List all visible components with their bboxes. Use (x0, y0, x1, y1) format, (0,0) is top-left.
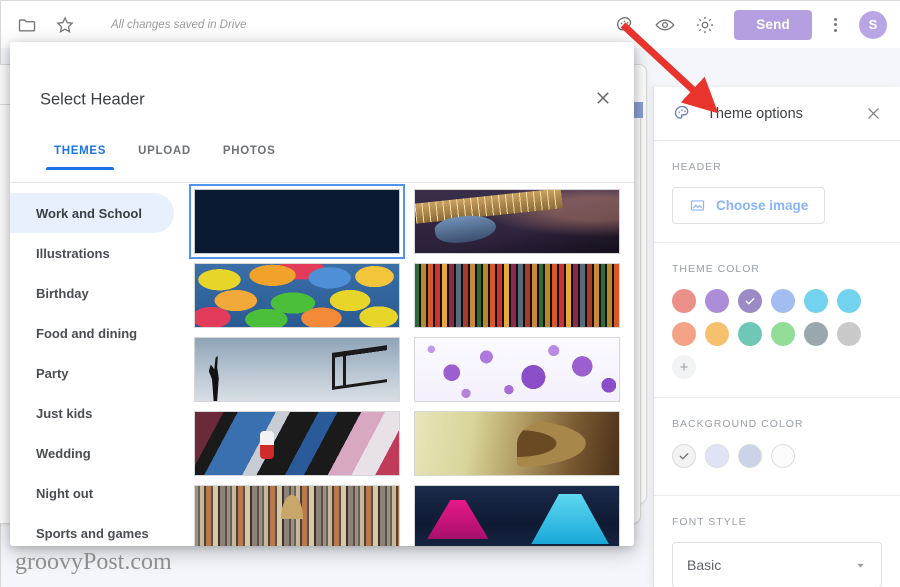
theme-color-swatch[interactable] (837, 289, 861, 313)
background-color-section: BACKGROUND COLOR (654, 398, 900, 496)
theme-color-swatch[interactable] (705, 322, 729, 346)
thumbnail-artwork (415, 338, 619, 401)
header-section: HEADER Choose image (654, 141, 900, 243)
close-icon[interactable] (588, 83, 618, 113)
avatar[interactable]: S (859, 10, 887, 39)
theme-color-swatch[interactable] (837, 322, 861, 346)
send-button[interactable]: Send (734, 9, 812, 40)
close-icon[interactable] (860, 101, 886, 127)
category-item[interactable]: Wedding (10, 433, 174, 473)
background-color-row (672, 444, 882, 468)
image-icon (689, 197, 706, 214)
theme-color-swatch[interactable] (771, 322, 795, 346)
category-item[interactable]: Party (10, 353, 174, 393)
category-item[interactable]: Work and School (10, 193, 174, 233)
thumbnail-row (194, 485, 620, 546)
thumbnail-artwork (195, 412, 399, 475)
category-item[interactable]: Night out (10, 473, 174, 513)
category-item[interactable]: Just kids (10, 393, 174, 433)
font-style-select[interactable]: Basic (672, 542, 882, 587)
choose-image-button[interactable]: Choose image (672, 187, 826, 224)
theme-color-swatch[interactable] (672, 322, 696, 346)
star-icon[interactable] (55, 15, 75, 35)
font-style-label: FONT STYLE (672, 516, 747, 528)
theme-color-swatch[interactable] (672, 289, 696, 313)
background-color-label: BACKGROUND COLOR (672, 418, 804, 430)
theme-color-swatch[interactable] (771, 289, 795, 313)
category-item[interactable]: Birthday (10, 273, 174, 313)
theme-options-panel: Theme options HEADER Choose image THEME … (653, 87, 900, 587)
thumbnail-artwork (195, 338, 399, 401)
thumbnail-row (194, 337, 620, 402)
background-color-swatch[interactable] (738, 444, 762, 468)
category-item[interactable]: Sports and games (10, 513, 174, 546)
theme-color-swatch[interactable] (804, 322, 828, 346)
category-item[interactable]: Food and dining (10, 313, 174, 353)
eye-preview-icon[interactable] (654, 14, 676, 36)
basketball-thumbnail[interactable] (194, 337, 400, 402)
header-section-label: HEADER (672, 161, 722, 173)
watermark: groovyPost.com (15, 549, 172, 575)
paint-supplies-thumbnail[interactable] (194, 411, 400, 476)
folder-icon[interactable] (17, 15, 37, 35)
theme-color-section: THEME COLOR + (654, 243, 900, 398)
theme-color-row-2 (672, 322, 882, 346)
palette-icon[interactable] (614, 14, 636, 36)
tab-themes[interactable]: THEMES (38, 145, 122, 170)
font-style-value: Basic (687, 557, 722, 573)
tab-photos[interactable]: PHOTOS (207, 145, 292, 170)
theme-color-swatch[interactable] (738, 289, 762, 313)
gear-settings-icon[interactable] (694, 14, 716, 36)
select-header-dialog: Select Header THEMES UPLOAD PHOTOS Work an… (10, 42, 634, 546)
thumbnail-artwork (415, 412, 619, 475)
water-splash-thumbnail[interactable] (189, 184, 405, 259)
jellybeans-thumbnail[interactable] (194, 263, 400, 328)
paintbrushes-thumbnail[interactable] (194, 485, 400, 546)
dialog-tabs: THEMES UPLOAD PHOTOS (38, 145, 291, 170)
dialog-title: Select Header (40, 90, 145, 109)
thumbnail-row (189, 184, 620, 259)
thumbnail-grid (186, 183, 634, 546)
thumbnail-artwork (415, 264, 619, 327)
crayons-thumbnail[interactable] (414, 263, 620, 328)
background-color-swatch[interactable] (705, 444, 729, 468)
theme-color-row-1 (672, 289, 882, 313)
thumbnail-row (194, 411, 620, 476)
thumbnail-artwork (415, 190, 619, 253)
theme-panel-title: Theme options (707, 105, 803, 122)
chevron-down-icon (854, 559, 867, 572)
background-color-swatch[interactable] (771, 444, 795, 468)
choose-image-label: Choose image (716, 198, 809, 213)
thumbnail-artwork (195, 264, 399, 327)
theme-color-swatch[interactable] (804, 289, 828, 313)
theme-color-label: THEME COLOR (672, 263, 761, 275)
thumbnail-artwork (415, 486, 619, 546)
theme-color-swatch[interactable] (705, 289, 729, 313)
theme-color-swatch[interactable] (738, 322, 762, 346)
book-pages-thumbnail[interactable] (414, 411, 620, 476)
app-toolbar: All changes saved in Drive Send S (1, 1, 900, 48)
thumbnail-artwork (195, 486, 399, 546)
background-color-swatch[interactable] (672, 444, 696, 468)
theme-panel-header: Theme options (654, 87, 900, 141)
tab-upload[interactable]: UPLOAD (122, 145, 207, 170)
category-list: Work and School Illustrations Birthday Food… (10, 183, 186, 546)
add-theme-color-button[interactable]: + (672, 355, 696, 379)
category-item[interactable]: Illustrations (10, 233, 174, 273)
palette-icon (672, 103, 693, 124)
app-root: All changes saved in Drive Send S Theme … (0, 0, 900, 587)
kebab-more-icon[interactable] (830, 14, 841, 36)
thumbnail-row (194, 263, 620, 328)
guitar-thumbnail[interactable] (414, 189, 620, 254)
purple-cells-thumbnail[interactable] (414, 337, 620, 402)
science-flasks-thumbnail[interactable] (414, 485, 620, 546)
font-style-section: FONT STYLE Basic (654, 496, 900, 587)
save-status-text: All changes saved in Drive (111, 18, 247, 31)
thumbnail-artwork (195, 190, 399, 253)
